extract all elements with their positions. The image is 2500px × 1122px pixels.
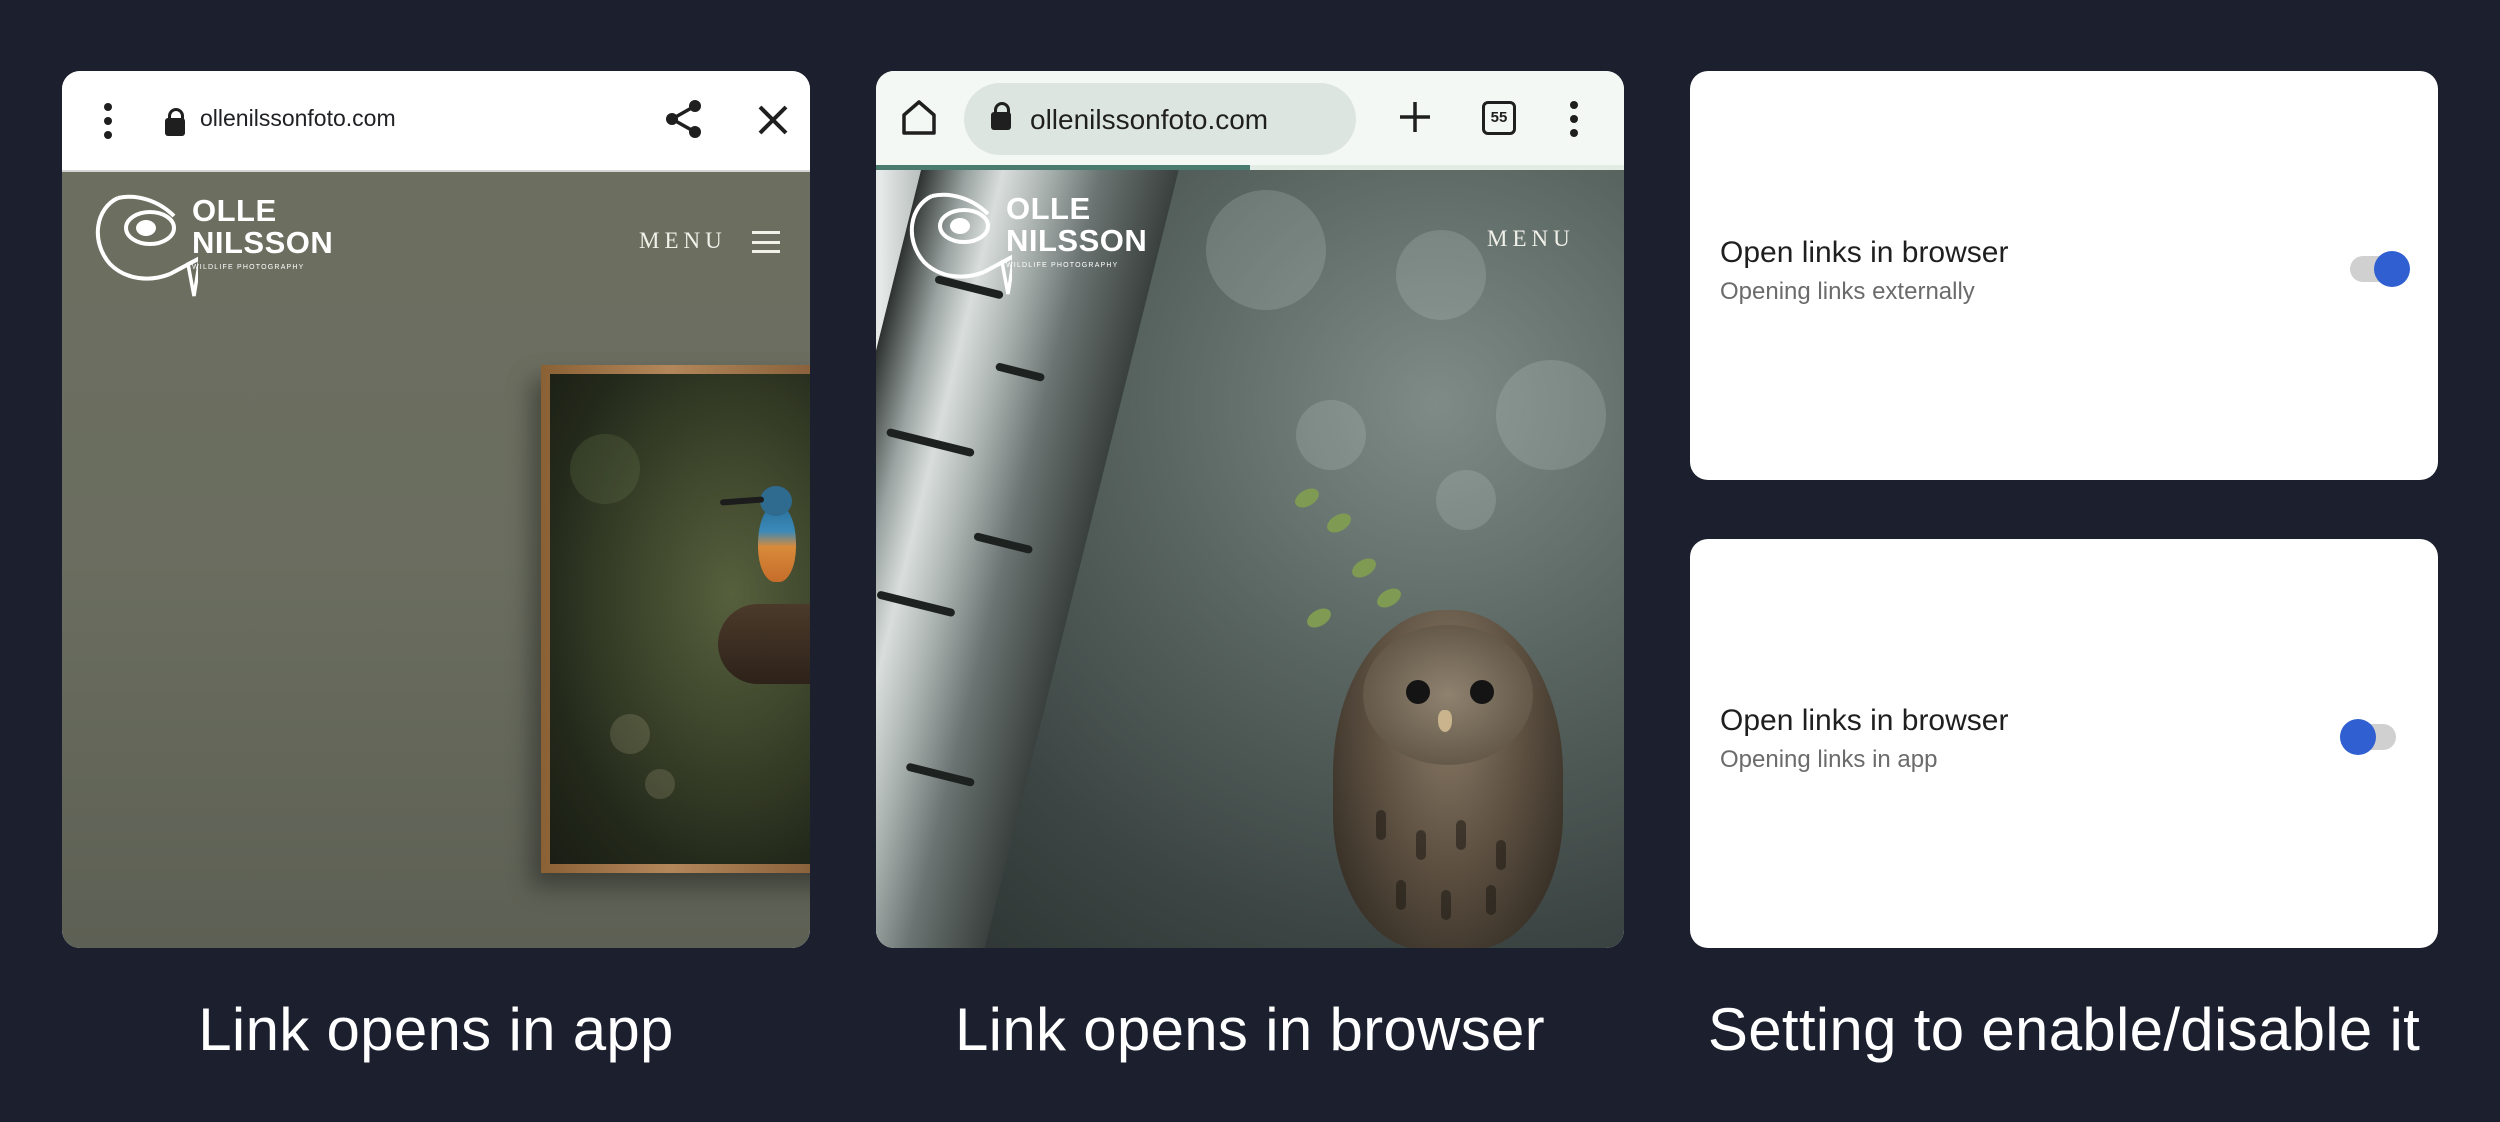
setting-title: Open links in browser — [1720, 236, 2009, 269]
logo-text-line1: OLLE — [192, 193, 277, 228]
menu-label[interactable]: MENU — [639, 228, 727, 254]
lock-icon — [165, 108, 185, 136]
browser-toolbar: ollenilssonfoto.com 55 — [876, 71, 1624, 170]
more-vert-icon[interactable] — [1568, 101, 1580, 137]
share-icon[interactable] — [662, 97, 706, 141]
setting-subtitle: Opening links in app — [1720, 746, 1938, 773]
logo-subtitle: WILDLIFE PHOTOGRAPHY — [192, 264, 305, 271]
logo-text-line1: OLLE — [1006, 191, 1091, 226]
framed-kingfisher-print — [541, 365, 810, 873]
address-bar[interactable]: ollenilssonfoto.com — [964, 83, 1356, 155]
owl-face — [1363, 625, 1533, 765]
browser-screenshot: ollenilssonfoto.com 55 OLLE NILSSON WILD… — [876, 71, 1624, 948]
website-content: OLLE NILSSON WILDLIFE PHOTOGRAPHY MENU — [876, 170, 1624, 948]
tab-switcher-icon[interactable]: 55 — [1482, 101, 1516, 135]
setting-card-disabled[interactable]: Open links in browser Opening links in a… — [1690, 539, 2438, 948]
caption-setting: Setting to enable/disable it — [1707, 996, 2421, 1063]
site-logo[interactable]: OLLE NILSSON WILDLIFE PHOTOGRAPHY — [88, 186, 358, 297]
toggle-thumb — [2374, 251, 2410, 287]
setting-card-enabled[interactable]: Open links in browser Opening links exte… — [1690, 71, 2438, 480]
owl-logo-icon — [95, 194, 198, 297]
url-text[interactable]: ollenilssonfoto.com — [1030, 104, 1268, 136]
caption-browser: Link opens in browser — [955, 996, 1545, 1063]
open-links-toggle[interactable] — [2350, 251, 2410, 287]
home-icon[interactable] — [900, 97, 938, 137]
site-logo[interactable]: OLLE NILSSON WILDLIFE PHOTOGRAPHY — [902, 184, 1172, 295]
owl-eye — [1470, 680, 1494, 704]
in-app-screenshot: ollenilssonfoto.com OLLE NILSSON WILDLIF… — [62, 71, 810, 948]
owl-eye — [1406, 680, 1430, 704]
custom-tab-toolbar: ollenilssonfoto.com — [62, 71, 810, 172]
logo-subtitle: WILDLIFE PHOTOGRAPHY — [1006, 262, 1119, 269]
website-content: OLLE NILSSON WILDLIFE PHOTOGRAPHY MENU P… — [62, 172, 810, 948]
logo-text-line2: NILSSON — [192, 225, 334, 260]
setting-subtitle: Opening links externally — [1720, 278, 1975, 305]
toggle-thumb — [2340, 719, 2376, 755]
logo-text-line2: NILSSON — [1006, 223, 1148, 258]
menu-label[interactable]: MENU — [1487, 226, 1575, 252]
lock-icon — [991, 102, 1011, 130]
more-vert-icon[interactable] — [102, 103, 114, 139]
plus-icon[interactable] — [1397, 99, 1433, 135]
open-links-toggle[interactable] — [2340, 719, 2396, 755]
setting-title: Open links in browser — [1720, 704, 2009, 737]
hamburger-menu-icon[interactable] — [752, 231, 780, 253]
close-icon[interactable] — [752, 99, 794, 141]
url-text[interactable]: ollenilssonfoto.com — [200, 105, 396, 132]
kingfisher-photo — [550, 374, 810, 864]
owl-beak — [1438, 710, 1452, 732]
caption-in-app: Link opens in app — [198, 996, 674, 1063]
page-heading: Print Shop — [62, 938, 810, 948]
owl-logo-icon — [909, 192, 1012, 295]
